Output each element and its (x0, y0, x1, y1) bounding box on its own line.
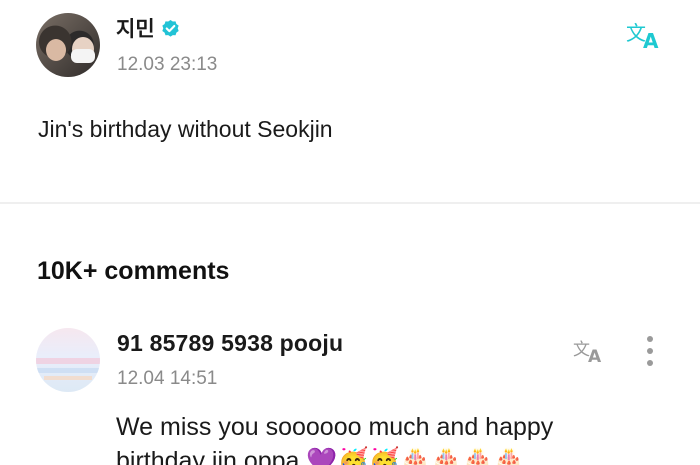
post-page: 지민 12.03 23:13 文 A Jin's birthday withou… (0, 0, 700, 465)
post-body-text: Jin's birthday without Seokjin (38, 116, 333, 142)
comment-timestamp: 12.04 14:51 (117, 368, 218, 389)
avatar-pattern (36, 368, 100, 373)
post-author-name-row[interactable]: 지민 (116, 13, 180, 43)
comment-text-line2: birthday jin oppa (116, 447, 300, 465)
comment-body-text: We miss you soooooo much and happy birth… (116, 410, 656, 465)
comment-emojis: 💜🥳🥳🎂🎂🎂🎂 (306, 447, 525, 465)
comment-text-line1: We miss you soooooo much and happy (116, 413, 554, 441)
comments-count-heading: 10K+ comments (37, 257, 230, 285)
comment-author-name[interactable]: 91 85789 5938 pooju (117, 330, 343, 357)
avatar-pattern (44, 376, 92, 380)
section-divider (0, 202, 700, 204)
post-author-name[interactable]: 지민 (116, 13, 155, 43)
avatar-face (46, 39, 66, 61)
comment-author-avatar[interactable] (36, 328, 100, 392)
verified-badge-icon (161, 19, 179, 37)
svg-text:A: A (643, 29, 659, 50)
more-vertical-icon[interactable] (640, 334, 660, 368)
comment-translate-icon[interactable]: 文 A (572, 336, 608, 364)
post-author-avatar[interactable] (36, 13, 100, 77)
post-timestamp: 12.03 23:13 (117, 54, 218, 75)
translate-icon[interactable]: 文 A (625, 18, 665, 50)
svg-text:A: A (588, 347, 602, 364)
avatar-pattern (36, 358, 100, 364)
avatar-mask (71, 49, 95, 63)
